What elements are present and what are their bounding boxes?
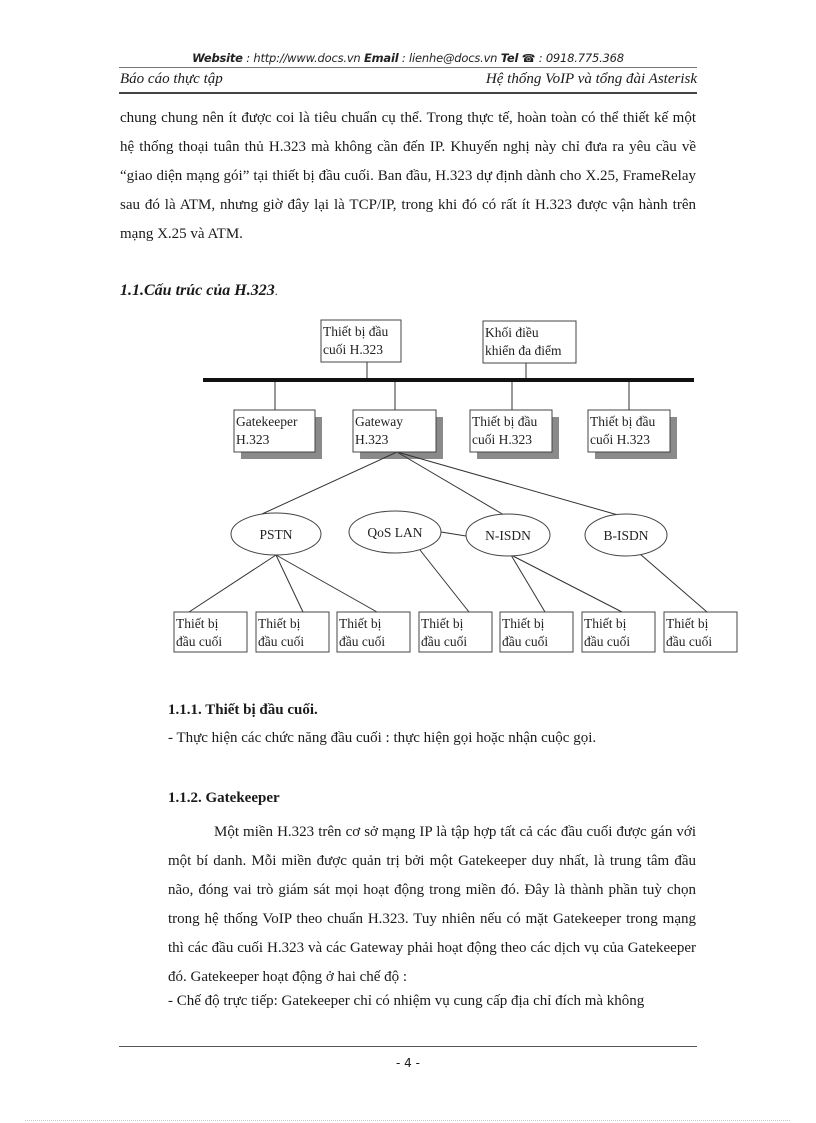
mcu-node-label: khiển đa điểm bbox=[485, 343, 562, 358]
pstn-network-label: PSTN bbox=[259, 527, 292, 542]
terminal-2-node-label: đầu cuối bbox=[258, 634, 304, 649]
pstn-network: PSTN bbox=[230, 512, 322, 556]
terminal-top-node: Thiết bị đầu cuối H.323 bbox=[320, 319, 402, 363]
qos-lan-network-label: QoS LAN bbox=[367, 525, 422, 540]
mcu-node: Khối điều khiển đa điểm bbox=[482, 320, 577, 364]
h323-architecture-diagram: Thiết bị đầu cuối H.323 Khối điều khiển đa … bbox=[173, 319, 738, 653]
pstn-to-terminal-2-link bbox=[275, 554, 304, 613]
terminal-2-node: Thiết bị đầu cuối bbox=[255, 611, 330, 653]
gatekeeper-node: Gatekeeper H.323 bbox=[233, 409, 316, 453]
terminal-4-node-label: Thiết bị bbox=[421, 616, 464, 631]
terminal-top-node-label: cuối H.323 bbox=[323, 342, 383, 357]
gateway-node: Gateway H.323 bbox=[352, 409, 437, 453]
terminal-5-node: Thiết bị đầu cuối bbox=[499, 611, 574, 653]
pstn-to-terminal-3-link bbox=[275, 554, 378, 613]
terminal-1-node-label: đầu cuối bbox=[176, 634, 222, 649]
terminal-3-node-label: Thiết bị bbox=[339, 616, 382, 631]
terminal-4-node-label: đầu cuối bbox=[421, 634, 467, 649]
qos-lan-to-n-isdn-link bbox=[440, 531, 467, 537]
terminal-2-node-label: Thiết bị bbox=[258, 616, 301, 631]
terminal-7-node: Thiết bị đầu cuối bbox=[663, 611, 738, 653]
terminal-top-node-label: Thiết bị đầu bbox=[323, 324, 388, 339]
terminal-mid-1-node-label: Thiết bị đầu bbox=[472, 414, 537, 429]
terminal-mid-1-node: Thiết bị đầu cuối H.323 bbox=[469, 409, 553, 453]
mcu-node-label: Khối điều bbox=[485, 325, 539, 340]
qos-lan-to-terminal-4-link bbox=[419, 549, 470, 613]
b-isdn-to-terminal-7-link bbox=[639, 553, 708, 613]
gateway-to-b-isdn-link bbox=[396, 451, 619, 516]
terminal-7-node-label: đầu cuối bbox=[666, 634, 712, 649]
gatekeeper-paragraph: Một miền H.323 trên cơ sở mạng IP là tập… bbox=[168, 824, 696, 985]
subsection-heading-terminal: 1.1.1. Thiết bị đầu cuối. bbox=[168, 702, 318, 718]
footer-divider bbox=[119, 1046, 697, 1047]
terminal-mid-2-node-label: Thiết bị đầu bbox=[590, 414, 655, 429]
terminal-1-node: Thiết bị đầu cuối bbox=[173, 611, 248, 653]
terminal-3-node-label: đầu cuối bbox=[339, 634, 385, 649]
terminal-mid-2-node: Thiết bị đầu cuối H.323 bbox=[587, 409, 671, 453]
terminal-6-node-label: Thiết bị bbox=[584, 616, 627, 631]
n-isdn-network: N-ISDN bbox=[465, 513, 551, 557]
terminal-5-node-label: đầu cuối bbox=[502, 634, 548, 649]
gateway-node-label: H.323 bbox=[355, 432, 389, 447]
network-bus bbox=[203, 378, 694, 382]
gateway-to-n-isdn-link bbox=[396, 451, 505, 516]
terminal-description: - Thực hiện các chức năng đầu cuối : thự… bbox=[168, 730, 597, 746]
terminal-6-node-label: đầu cuối bbox=[584, 634, 630, 649]
terminal-4-node: Thiết bị đầu cuối bbox=[418, 611, 493, 653]
b-isdn-network: B-ISDN bbox=[584, 513, 668, 557]
terminal-6-node: Thiết bị đầu cuối bbox=[581, 611, 656, 653]
terminal-5-node-label: Thiết bị bbox=[502, 616, 545, 631]
terminal-mid-2-node-label: cuối H.323 bbox=[590, 432, 650, 447]
terminal-mid-1-node-label: cuối H.323 bbox=[472, 432, 532, 447]
gatekeeper-direct-mode-line: - Chế độ trực tiếp: Gatekeeper chỉ có nh… bbox=[168, 993, 645, 1009]
pstn-to-terminal-1-link bbox=[188, 554, 277, 613]
b-isdn-network-label: B-ISDN bbox=[603, 528, 648, 543]
qos-lan-network: QoS LAN bbox=[348, 510, 442, 554]
gatekeeper-node-label: H.323 bbox=[236, 432, 270, 447]
n-isdn-network-label: N-ISDN bbox=[485, 528, 531, 543]
terminal-7-node-label: Thiết bị bbox=[666, 616, 709, 631]
page-edge-dotted bbox=[25, 1120, 790, 1121]
page-number: - 4 - bbox=[396, 1056, 420, 1070]
gateway-node-label: Gateway bbox=[355, 414, 403, 429]
terminal-3-node: Thiết bị đầu cuối bbox=[336, 611, 411, 653]
gatekeeper-node-label: Gatekeeper bbox=[236, 414, 298, 429]
terminal-1-node-label: Thiết bị bbox=[176, 616, 219, 631]
subsection-heading-gatekeeper: 1.1.2. Gatekeeper bbox=[168, 790, 280, 806]
gateway-to-pstn-link bbox=[261, 451, 398, 515]
